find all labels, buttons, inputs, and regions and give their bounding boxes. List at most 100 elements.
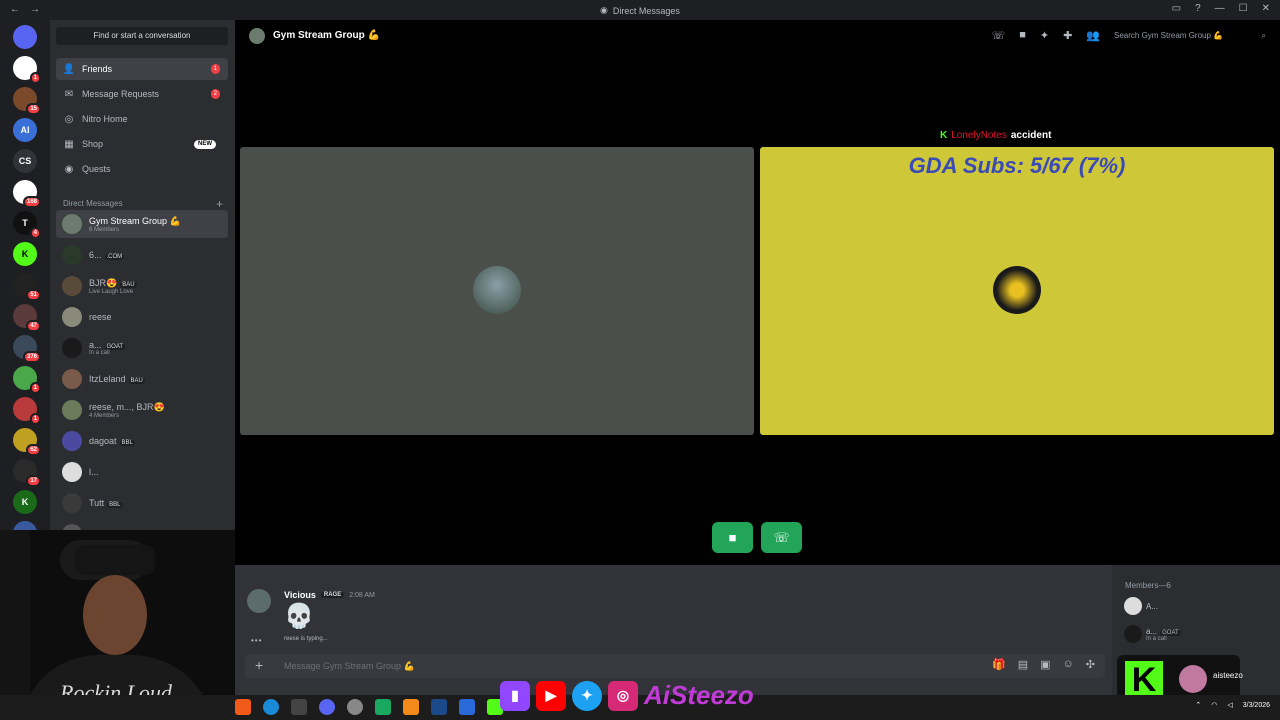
server-icon[interactable]: K: [13, 490, 37, 514]
server-icon[interactable]: 1: [13, 397, 41, 425]
member-list-icon[interactable]: 👥: [1086, 29, 1100, 42]
discord-home-icon[interactable]: [13, 25, 37, 49]
attach-plus-icon[interactable]: +: [255, 657, 263, 673]
server-icon[interactable]: 47: [13, 304, 41, 332]
join-voice-call-button[interactable]: ☏: [761, 522, 802, 553]
server-icon[interactable]: T4: [13, 211, 41, 239]
youtube-icon: ▶: [536, 680, 566, 711]
dm-text: a... GOAT In a call: [89, 340, 126, 356]
find-conversation-button[interactable]: Find or start a conversation: [56, 27, 228, 45]
dm-item[interactable]: BJR😍 BAU Live Laugh Love: [56, 272, 228, 300]
dm-item[interactable]: dagoat BBL: [56, 427, 228, 455]
server-icon[interactable]: 17: [13, 459, 41, 487]
server-icon[interactable]: 62: [13, 428, 41, 456]
help-icon[interactable]: ?: [1195, 3, 1201, 14]
server-icon[interactable]: CS: [13, 149, 37, 173]
add-dm-icon[interactable]: +: [216, 197, 223, 211]
discord-taskbar-icon[interactable]: [319, 699, 335, 715]
avatar: [62, 493, 82, 513]
nav-message-requests[interactable]: ✉ Message Requests 2: [56, 83, 228, 105]
volume-icon[interactable]: ◁: [1227, 701, 1232, 709]
search-input[interactable]: Search Gym Stream Group 💪 ⌕: [1110, 27, 1270, 45]
app-icon[interactable]: [403, 699, 419, 715]
dm-name-line: l...: [89, 467, 99, 477]
tray-chevron-icon[interactable]: ⌃: [1195, 701, 1201, 709]
server-icon[interactable]: 1: [13, 366, 41, 394]
typing-indicator: reese is typing...: [284, 636, 328, 642]
member-item[interactable]: a... GOAT In a call: [1124, 625, 1181, 643]
server-badge: 62: [26, 444, 41, 456]
streamer-avatar: [1179, 665, 1207, 693]
message-author[interactable]: Vicious: [284, 590, 316, 600]
nav-label: Friends: [82, 64, 113, 74]
apps-icon[interactable]: ✣: [1086, 658, 1095, 671]
dm-item[interactable]: ItzLeland BAU: [56, 365, 228, 393]
call-tile-2[interactable]: GDA Subs: 5/67 (7%): [760, 147, 1274, 435]
dm-item[interactable]: l...: [56, 458, 228, 486]
dm-name-line: Tutt BBL: [89, 498, 123, 508]
dm-subtext: 4 Members: [89, 412, 120, 419]
member-item[interactable]: A...: [1124, 597, 1158, 615]
server-icon[interactable]: 15: [13, 87, 41, 115]
avatar: [62, 400, 82, 420]
dm-name: ItzLeland: [89, 374, 126, 384]
dm-item[interactable]: Gym Stream Group 💪 6 Members: [56, 210, 228, 238]
server-icon[interactable]: AI: [13, 118, 37, 142]
video-icon[interactable]: ■: [1019, 29, 1026, 42]
dm-name: reese: [89, 312, 112, 322]
dm-item[interactable]: 6... .COM: [56, 241, 228, 269]
dm-item[interactable]: reese: [56, 303, 228, 331]
server-icon[interactable]: K: [13, 242, 37, 266]
taskbar-apps: [235, 699, 503, 715]
emoji-icon[interactable]: ☺: [1063, 658, 1074, 671]
social-overlay: ▮ ▶ ✦ ◎ AiSteezo: [500, 680, 754, 711]
app-icon[interactable]: [347, 699, 363, 715]
nav-shop[interactable]: ▦ Shop NEW: [56, 133, 228, 155]
call-icon[interactable]: ☏: [991, 29, 1005, 42]
dm-item[interactable]: a... GOAT In a call: [56, 334, 228, 362]
kick-logo: K: [1125, 661, 1163, 699]
twitch-icon: ▮: [500, 680, 530, 711]
gift-icon[interactable]: 🎁: [992, 658, 1006, 671]
minimize-button[interactable]: —: [1215, 3, 1225, 14]
call-tile-1[interactable]: [240, 147, 754, 435]
edge-icon[interactable]: [263, 699, 279, 715]
dm-item[interactable]: reese, m..., BJR😍 4 Members: [56, 396, 228, 424]
dm-panel: Find or start a conversation 👤 Friends 1 ✉ M…: [50, 20, 235, 560]
pin-icon[interactable]: ✦: [1040, 29, 1049, 42]
nav-nitro-home[interactable]: ◎ Nitro Home: [56, 108, 228, 130]
brave-icon[interactable]: [235, 699, 251, 715]
sticker-icon[interactable]: ▣: [1040, 658, 1050, 671]
server-icon[interactable]: 168: [13, 180, 41, 208]
server-icon[interactable]: 51: [13, 273, 41, 301]
wifi-icon: ◠: [1211, 702, 1218, 709]
message-input[interactable]: + Message Gym Stream Group 💪 🎁 ▤ ▣ ☺ ✣: [245, 654, 1105, 678]
steam-icon[interactable]: [431, 699, 447, 715]
close-button[interactable]: ✕: [1262, 3, 1270, 14]
app-icon[interactable]: [459, 699, 475, 715]
member-text: a... GOAT In a call: [1146, 627, 1181, 642]
role-tag: RAGE: [320, 592, 345, 598]
message-avatar[interactable]: [247, 589, 271, 613]
dm-name: a...: [89, 340, 102, 350]
server-badge: 1: [29, 72, 41, 84]
add-friend-icon[interactable]: ✚: [1063, 29, 1072, 42]
dm-text: ItzLeland BAU: [89, 374, 145, 384]
server-icon[interactable]: 1: [13, 56, 41, 84]
gif-icon[interactable]: ▤: [1018, 658, 1028, 671]
dm-item[interactable]: Tutt BBL: [56, 489, 228, 517]
start-video-call-button[interactable]: ■: [712, 522, 753, 553]
nav-quests[interactable]: ◉ Quests: [56, 158, 228, 180]
app-icon[interactable]: [291, 699, 307, 715]
server-icon[interactable]: 376: [13, 335, 41, 363]
dm-name-line: 6... .COM: [89, 250, 125, 260]
maximize-button[interactable]: ☐: [1239, 3, 1248, 14]
avatar: [62, 245, 82, 265]
app-icon[interactable]: [375, 699, 391, 715]
inbox-icon[interactable]: ▭: [1172, 3, 1181, 14]
discord-icon: ◉: [600, 5, 608, 15]
member-name: A...: [1146, 601, 1159, 611]
nav-friends[interactable]: 👤 Friends 1: [56, 58, 228, 80]
nav-icon: ▦: [64, 138, 74, 150]
nav-count-badge: 1: [210, 64, 220, 74]
